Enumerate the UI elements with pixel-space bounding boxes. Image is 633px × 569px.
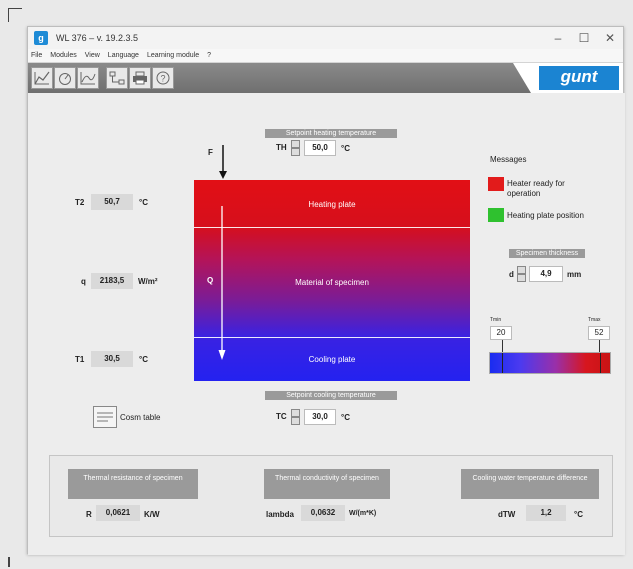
logo-area: gunt [531, 63, 623, 93]
minimize-button[interactable]: – [545, 31, 571, 45]
message-indicator-green [488, 208, 504, 222]
conductivity-label: Thermal conductivity of specimen [264, 469, 390, 499]
cooling-water-unit: °C [574, 510, 583, 519]
setpoint-heating-label: Setpoint heating temperature [265, 129, 397, 138]
heat-flow-label: Q [207, 276, 214, 285]
tmin-tick [502, 340, 503, 352]
menu-language[interactable]: Language [108, 52, 139, 59]
logo-divider [513, 63, 531, 93]
menu-modules[interactable]: Modules [50, 52, 76, 59]
thickness-var: d [509, 270, 514, 279]
maximize-button[interactable]: ☐ [571, 31, 597, 45]
q-label: q [81, 277, 86, 286]
t1-value: 30,5 [91, 351, 133, 367]
tmax-tick [599, 340, 600, 352]
thickness-input[interactable]: 4,9 [529, 266, 563, 282]
toolbar: ? gunt [28, 63, 623, 93]
q-unit: W/m² [138, 277, 158, 286]
menu-bar: File Modules View Language Learning modu… [28, 49, 623, 63]
resistance-unit: K/W [144, 510, 160, 519]
gunt-logo: gunt [539, 66, 619, 90]
conductivity-value: 0,0632 [301, 505, 345, 521]
resistance-var: R [86, 510, 92, 519]
thickness-spinner[interactable] [517, 266, 526, 282]
tmin-input[interactable]: 20 [490, 326, 512, 340]
message-heater-ready: Heater ready for operation [507, 179, 565, 198]
setpoint-cooling-label: Setpoint cooling temperature [265, 391, 397, 400]
th-spinner[interactable] [291, 140, 300, 156]
heating-plate-label: Heating plate [308, 200, 356, 209]
menu-help[interactable]: ? [207, 52, 211, 59]
force-arrow-icon [219, 145, 227, 179]
tc-spinner[interactable] [291, 409, 300, 425]
th-unit: °C [341, 144, 350, 153]
printer-icon[interactable] [129, 67, 151, 89]
thickness-unit: mm [567, 270, 582, 279]
th-label: TH [276, 143, 287, 152]
tmax-label: Tmax [588, 317, 601, 323]
corner-mark-bottom [8, 557, 10, 567]
message-plate-position: Heating plate position [507, 211, 584, 220]
t2-unit: °C [139, 198, 148, 207]
conductivity-unit: W/(m*K) [349, 510, 377, 517]
cooling-plate-boundary [194, 337, 470, 338]
tmax-input[interactable]: 52 [588, 326, 610, 340]
tc-input[interactable]: 30,0 [304, 409, 336, 425]
menu-view[interactable]: View [85, 52, 100, 59]
tmin-label: Tmin [490, 317, 502, 323]
t2-label: T2 [75, 198, 85, 207]
resistance-label: Thermal resistance of specimen [68, 469, 198, 499]
specimen-diagram: Heating plate Material of specimen Cooli… [194, 180, 470, 381]
t1-unit: °C [139, 355, 148, 364]
graph-icon[interactable] [77, 67, 99, 89]
window-title: WL 376 – v. 19.2.3.5 [56, 33, 139, 43]
table-icon [97, 412, 113, 422]
main-panel: Setpoint heating temperature TH 50,0 °C … [28, 93, 625, 555]
force-label: F [208, 148, 213, 157]
material-label: Material of specimen [295, 278, 369, 287]
resistance-value: 0,0621 [96, 505, 140, 521]
cooling-water-value: 1,2 [526, 505, 566, 521]
menu-learning-module[interactable]: Learning module [147, 52, 199, 59]
heating-plate-boundary [194, 227, 470, 228]
menu-file[interactable]: File [31, 52, 42, 59]
chart-icon[interactable] [31, 67, 53, 89]
temperature-color-scale [489, 352, 611, 374]
messages-title: Messages [490, 155, 527, 164]
corner-mark-top [8, 8, 22, 22]
close-button[interactable]: ✕ [597, 31, 623, 45]
th-input[interactable]: 50,0 [304, 140, 336, 156]
title-bar: g WL 376 – v. 19.2.3.5 – ☐ ✕ [28, 27, 623, 49]
app-window: g WL 376 – v. 19.2.3.5 – ☐ ✕ File Module… [27, 26, 625, 555]
q-value: 2183,5 [91, 273, 133, 289]
network-icon[interactable] [106, 67, 128, 89]
cosm-table-button[interactable] [93, 406, 117, 428]
t1-label: T1 [75, 355, 85, 364]
tc-unit: °C [341, 413, 350, 422]
t2-value: 50,7 [91, 194, 133, 210]
message-indicator-red [488, 177, 504, 191]
app-icon: g [34, 31, 48, 45]
help-icon[interactable]: ? [152, 67, 174, 89]
scale-marker-max [600, 353, 601, 373]
cosm-table-label: Cosm table [120, 413, 161, 422]
cooling-water-label: Cooling water temperature difference [461, 469, 599, 499]
tc-label: TC [276, 412, 287, 421]
svg-text:?: ? [160, 74, 165, 84]
scale-marker-min [502, 353, 503, 373]
cooling-water-var: dTW [498, 510, 516, 519]
gauge-icon[interactable] [54, 67, 76, 89]
thickness-label: Specimen thickness [509, 249, 585, 258]
heat-flow-arrow-icon [218, 206, 226, 360]
conductivity-var: lambda [266, 510, 295, 519]
cooling-plate-label: Cooling plate [308, 355, 356, 364]
